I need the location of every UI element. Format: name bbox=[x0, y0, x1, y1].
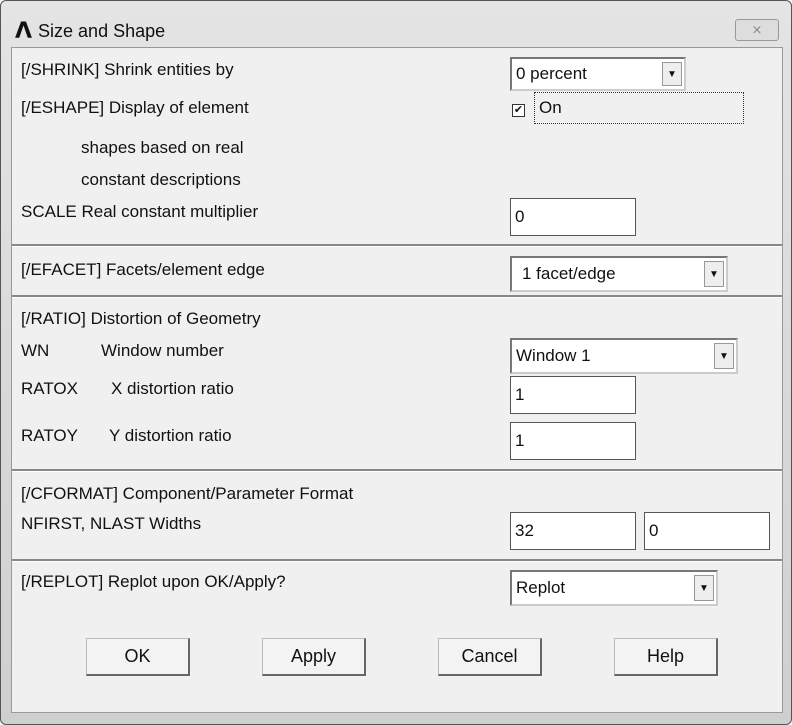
ratox-key: RATOX bbox=[21, 379, 78, 398]
chevron-down-icon[interactable]: ▼ bbox=[714, 343, 734, 369]
window-number-select[interactable]: Window 1 ▼ bbox=[510, 338, 738, 374]
dialog-window: Λ Size and Shape ⨯ [/SHRINK] Shrink enti… bbox=[0, 0, 792, 725]
widths-label: NFIRST, NLAST Widths bbox=[21, 514, 202, 533]
replot-select[interactable]: Replot ▼ bbox=[510, 570, 718, 606]
wn-label: Window number bbox=[101, 341, 224, 360]
divider bbox=[12, 244, 782, 247]
shrink-value: 0 percent bbox=[516, 64, 587, 83]
ratio-label: [/RATIO] Distortion of Geometry bbox=[21, 309, 261, 328]
divider bbox=[12, 295, 782, 298]
shrink-select[interactable]: 0 percent ▼ bbox=[510, 57, 686, 91]
eshape-desc-line2: shapes based on real bbox=[81, 138, 244, 157]
eshape-checkbox[interactable]: ✔ bbox=[512, 104, 525, 117]
ratox-input[interactable]: 1 bbox=[510, 376, 636, 414]
wn-value: Window 1 bbox=[516, 346, 591, 365]
shrink-label: [/SHRINK] Shrink entities by bbox=[21, 60, 234, 79]
chevron-down-icon[interactable]: ▼ bbox=[704, 261, 724, 287]
eshape-label: [/ESHAPE] Display of element bbox=[21, 98, 249, 117]
scale-input[interactable]: 0 bbox=[510, 198, 636, 236]
wn-key: WN bbox=[21, 341, 50, 360]
ratoy-label: Y distortion ratio bbox=[109, 426, 232, 445]
cancel-button[interactable]: Cancel bbox=[438, 638, 542, 676]
efacet-value: 1 facet/edge bbox=[522, 264, 616, 283]
efacet-label: [/EFACET] Facets/element edge bbox=[21, 260, 265, 279]
dialog-body: [/SHRINK] Shrink entities by 0 percent ▼ … bbox=[11, 47, 783, 713]
ratoy-input[interactable]: 1 bbox=[510, 422, 636, 460]
ratoy-key: RATOY bbox=[21, 426, 78, 445]
ansys-logo-icon: Λ bbox=[15, 19, 33, 44]
cformat-label: [/CFORMAT] Component/Parameter Format bbox=[21, 484, 354, 503]
replot-label: [/REPLOT] Replot upon OK/Apply? bbox=[21, 572, 286, 591]
chevron-down-icon[interactable]: ▼ bbox=[662, 62, 682, 86]
replot-value: Replot bbox=[516, 578, 566, 597]
nlast-input[interactable]: 0 bbox=[644, 512, 770, 550]
help-button[interactable]: Help bbox=[614, 638, 718, 676]
divider bbox=[12, 559, 782, 562]
ok-button[interactable]: OK bbox=[86, 638, 190, 676]
nfirst-input[interactable]: 32 bbox=[510, 512, 636, 550]
close-button[interactable]: ⨯ bbox=[735, 19, 779, 41]
ratox-label: X distortion ratio bbox=[111, 379, 234, 398]
eshape-checkbox-label[interactable]: On bbox=[534, 92, 744, 124]
window-title: Size and Shape bbox=[38, 21, 166, 41]
title-bar: Λ Size and Shape bbox=[15, 19, 165, 44]
chevron-down-icon[interactable]: ▼ bbox=[694, 575, 714, 601]
efacet-select[interactable]: 1 facet/edge ▼ bbox=[510, 256, 728, 292]
eshape-desc-line3: constant descriptions bbox=[81, 170, 241, 189]
apply-button[interactable]: Apply bbox=[262, 638, 366, 676]
divider bbox=[12, 469, 782, 472]
scale-label: SCALE Real constant multiplier bbox=[21, 202, 259, 221]
